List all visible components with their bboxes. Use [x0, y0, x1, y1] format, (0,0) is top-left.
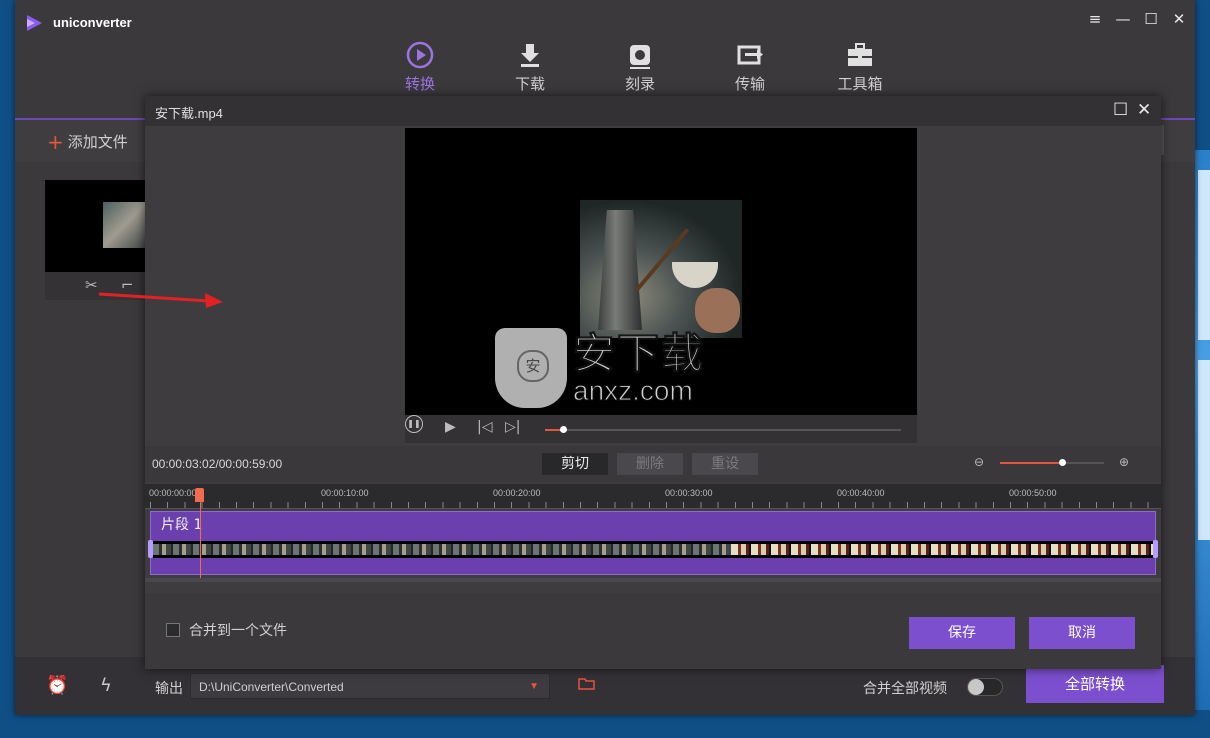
zoom-slider[interactable] [1000, 459, 1104, 466]
timeline-scrollbar[interactable] [145, 578, 1161, 582]
tab-burn-label: 刻录 [624, 75, 655, 93]
shield-logo-icon [495, 328, 567, 408]
zoom-handle[interactable] [1059, 459, 1067, 466]
main-nav: 转换 下载 刻录 传输 工具箱 [365, 40, 915, 94]
maximize-icon[interactable]: ☐ [1113, 100, 1128, 120]
plus-icon: + [47, 130, 64, 154]
window-controls: ≡ — ☐ ✕ [1087, 10, 1187, 28]
play-frame-icon[interactable]: ▶ [445, 419, 456, 435]
playhead-handle[interactable] [195, 488, 204, 502]
timecode: 00:00:03:02/00:00:59:00 [152, 457, 283, 471]
maximize-icon[interactable]: ☐ [1143, 10, 1159, 28]
watermark: 安下载 anxz.com [495, 328, 705, 408]
desktop-window-pane [1198, 170, 1210, 340]
zoom-in-icon[interactable]: ⊕ [1119, 455, 1129, 469]
menu-icon[interactable]: ≡ [1087, 10, 1103, 28]
previous-icon[interactable]: |◁ [477, 419, 492, 435]
timeline-ruler[interactable]: 00:00:00:00 00:00:10:00 00:00:20:00 00:0… [145, 484, 1161, 509]
desktop-window-pane [1198, 360, 1210, 540]
pause-icon[interactable]: ❚❚ [405, 415, 423, 433]
ruler-label: 00:00:20:00 [493, 488, 541, 498]
zoom-level [1000, 462, 1063, 464]
next-icon[interactable]: ▷| [505, 419, 520, 435]
ruler-label: 00:00:50:00 [1009, 488, 1057, 498]
burn-icon [630, 45, 650, 69]
tab-convert-label: 转换 [404, 75, 435, 93]
lightning-icon[interactable]: ϟ [100, 675, 112, 696]
watermark-url: anxz.com [572, 375, 693, 406]
dialog-footer: 合并到一个文件 保存 取消 [145, 593, 1161, 669]
clip-end-handle[interactable] [1153, 540, 1158, 558]
output-path-select[interactable]: D:\UniConverter\Converted ▼ [190, 673, 550, 699]
tab-toolbox-label: 工具箱 [837, 75, 883, 93]
tab-burn[interactable]: 刻录 [585, 40, 695, 94]
ruler-label: 00:00:40:00 [837, 488, 885, 498]
filmstrip [153, 541, 1153, 558]
dialog-title: 安下载.mp4 [155, 106, 223, 121]
scissors-icon[interactable]: ✂ [85, 276, 98, 294]
video-frame [580, 200, 742, 338]
delete-button[interactable]: 删除 [617, 453, 683, 475]
save-button[interactable]: 保存 [909, 617, 1015, 649]
clip-start-handle[interactable] [148, 540, 153, 558]
chevron-down-icon: ▼ [529, 681, 539, 692]
ruler-label: 00:00:10:00 [321, 488, 369, 498]
clip-segment[interactable]: 片段 1 [148, 511, 1158, 575]
panel-edge [1161, 125, 1164, 155]
output-path-value: D:\UniConverter\Converted [199, 680, 344, 694]
file-thumbnail [45, 180, 155, 272]
tab-download[interactable]: 下载 [475, 40, 585, 94]
reset-button[interactable]: 重设 [692, 453, 758, 475]
folder-icon[interactable] [578, 677, 596, 691]
dialog-title-bar: 安下载.mp4 ☐ ✕ [145, 96, 1161, 126]
zoom-out-icon[interactable]: ⊖ [974, 455, 984, 469]
edit-bar: 00:00:03:02/00:00:59:00 剪切 删除 重设 ⊖ ⊕ [145, 446, 1161, 482]
close-icon[interactable]: ✕ [1137, 100, 1151, 120]
tab-download-label: 下载 [514, 75, 545, 93]
add-file-label: 添加文件 [67, 133, 128, 151]
video-preview[interactable]: 安下载 anxz.com [405, 128, 917, 415]
merge-all-toggle[interactable] [967, 678, 1003, 696]
add-file-button[interactable]: + 添加文件 [47, 130, 128, 154]
merge-checkbox[interactable] [166, 623, 180, 637]
ruler-label: 00:00:00:00 [149, 488, 197, 498]
ruler-label: 00:00:30:00 [665, 488, 713, 498]
download-icon [521, 44, 539, 67]
merge-all-label: 合并全部视频 [863, 681, 947, 697]
app-logo-icon [27, 15, 42, 31]
playhead-line [200, 502, 201, 578]
merge-checkbox-label: 合并到一个文件 [189, 623, 287, 639]
alarm-clock-icon[interactable]: ⏰ [46, 675, 68, 696]
app-name: uniconverter [53, 15, 132, 30]
trim-dialog: 安下载.mp4 ☐ ✕ 安下载 anxz.com ❚❚ ▶ |◁ ▷| 00:0… [145, 96, 1161, 669]
transfer-icon [737, 45, 763, 65]
close-icon[interactable]: ✕ [1171, 10, 1187, 28]
tab-transfer[interactable]: 传输 [695, 40, 805, 94]
convert-icon [406, 41, 434, 69]
minimize-icon[interactable]: — [1115, 10, 1131, 28]
tab-transfer-label: 传输 [734, 75, 765, 93]
player-controls: ❚❚ ▶ |◁ ▷| [405, 415, 917, 443]
output-label: 输出 [155, 681, 183, 697]
clip-label: 片段 1 [161, 517, 203, 533]
cancel-button[interactable]: 取消 [1029, 617, 1135, 649]
cut-button[interactable]: 剪切 [542, 453, 608, 475]
convert-all-button[interactable]: 全部转换 [1026, 665, 1164, 703]
watermark-title: 安下载 [572, 329, 706, 378]
tab-toolbox[interactable]: 工具箱 [805, 40, 915, 94]
annotation-arrow-icon [98, 292, 223, 308]
seek-handle[interactable] [559, 426, 567, 433]
tab-convert[interactable]: 转换 [365, 40, 475, 94]
toolbox-icon [848, 43, 872, 66]
seek-bar[interactable] [545, 426, 901, 433]
file-card[interactable]: ✂ ⌐ [45, 180, 155, 300]
